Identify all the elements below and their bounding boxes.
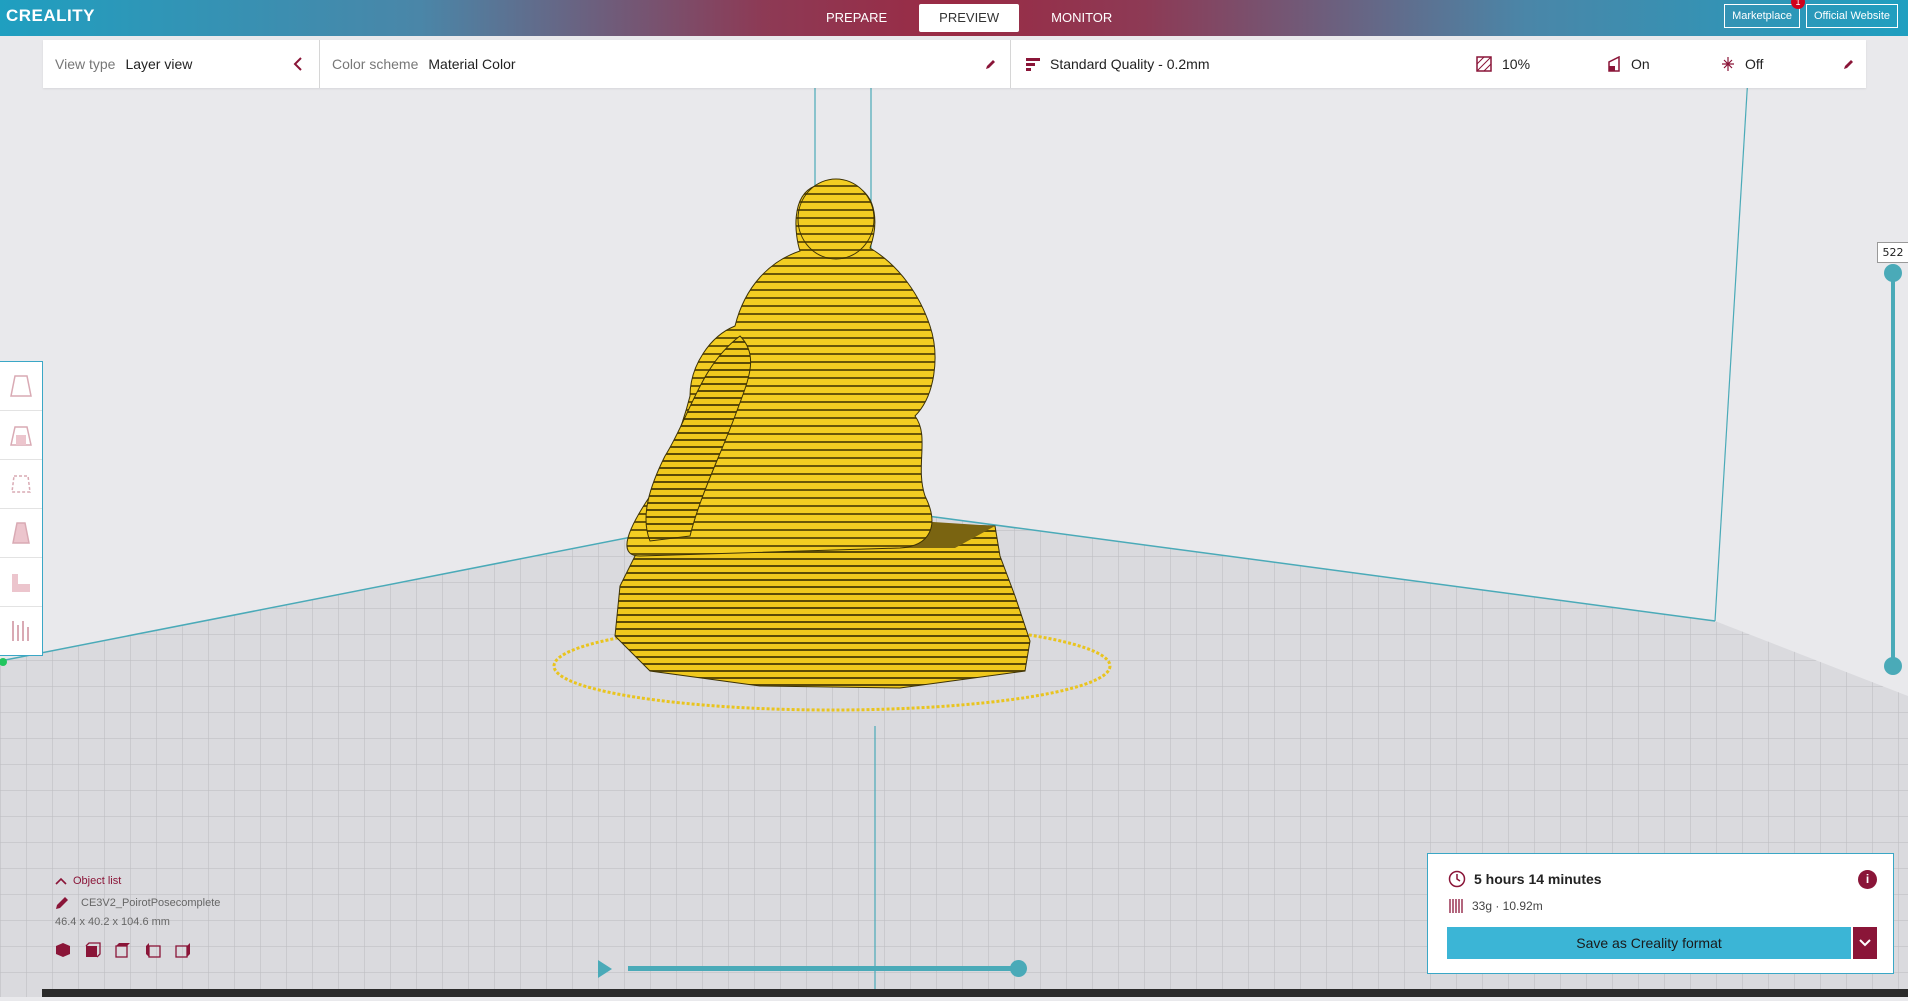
- collapse-view-type[interactable]: [293, 40, 303, 88]
- print-profile-selector[interactable]: Standard Quality - 0.2mm: [1026, 40, 1210, 88]
- print-profile-value: Standard Quality - 0.2mm: [1050, 56, 1210, 72]
- quality-icon: [1026, 58, 1040, 71]
- object-dimensions: 46.4 x 40.2 x 104.6 mm: [55, 916, 170, 928]
- path-slider-handle[interactable]: [1010, 960, 1027, 977]
- per-model-settings-icon: [12, 574, 30, 592]
- move-tool-button[interactable]: [0, 362, 42, 411]
- edit-print-settings-button[interactable]: [1843, 40, 1855, 88]
- object-list-panel: Object list CE3V2_PoirotPosecomplete 46.…: [55, 872, 220, 958]
- save-options-dropdown[interactable]: [1853, 927, 1877, 959]
- play-icon[interactable]: [598, 960, 612, 978]
- infill-value: 10%: [1502, 56, 1531, 72]
- rotate-icon: [11, 475, 31, 493]
- support-value: On: [1631, 56, 1650, 72]
- scale-tool-button[interactable]: [0, 411, 42, 460]
- save-button[interactable]: Save as Creality format: [1447, 927, 1851, 959]
- infill-icon: [1476, 56, 1492, 72]
- material-row: 33g · 10.92m: [1448, 898, 1543, 914]
- camera-view-buttons: [55, 942, 220, 958]
- tab-prepare[interactable]: PREPARE: [806, 4, 907, 32]
- view-type-label: View type: [55, 56, 116, 72]
- material-usage: 33g · 10.92m: [1472, 899, 1543, 913]
- adhesion-value: Off: [1745, 56, 1764, 72]
- per-model-settings-button[interactable]: [0, 558, 42, 607]
- path-slider-track[interactable]: [628, 966, 1022, 971]
- stage-menu: PREPARE PREVIEW MONITOR: [800, 0, 1138, 36]
- layer-slider-lower-handle[interactable]: [1884, 657, 1902, 675]
- infill-setting[interactable]: 10%: [1476, 40, 1530, 88]
- adhesion-setting[interactable]: Off: [1721, 40, 1763, 88]
- official-website-button[interactable]: Official Website: [1805, 4, 1898, 28]
- top-view-icon[interactable]: [115, 942, 131, 958]
- mirror-tool-button[interactable]: [0, 509, 42, 558]
- spool-icon: [1449, 899, 1463, 913]
- layer-number-input[interactable]: 522: [1877, 242, 1908, 263]
- scale-icon: [10, 426, 32, 446]
- marketplace-label: Marketplace: [1732, 10, 1792, 22]
- view-type-selector[interactable]: View type Layer view: [55, 40, 192, 88]
- tab-monitor[interactable]: MONITOR: [1031, 4, 1132, 32]
- edit-color-scheme-button[interactable]: [985, 40, 997, 88]
- object-name: CE3V2_PoirotPosecomplete: [81, 897, 221, 909]
- color-scheme-value: Material Color: [428, 56, 516, 72]
- layer-slider-upper-handle[interactable]: [1884, 264, 1902, 282]
- taskbar-strip: [42, 989, 1908, 997]
- print-time: 5 hours 14 minutes: [1474, 871, 1602, 887]
- pencil-icon: [1844, 60, 1853, 69]
- sliced-model: [552, 178, 1112, 712]
- mirror-icon: [12, 522, 30, 544]
- chevron-up-icon: [55, 877, 67, 885]
- support-blocker-icon: [12, 621, 29, 641]
- layer-slider-track[interactable]: [1891, 273, 1895, 666]
- front-view-icon[interactable]: [85, 942, 101, 958]
- support-icon: [1608, 56, 1620, 72]
- print-info-panel: 5 hours 14 minutes 33g · 10.92m i Save a…: [1427, 853, 1894, 974]
- left-toolbar: [0, 361, 43, 656]
- object-list-toggle[interactable]: Object list: [55, 872, 220, 890]
- tab-preview[interactable]: PREVIEW: [919, 4, 1020, 32]
- marketplace-button[interactable]: Marketplace 1: [1724, 0, 1805, 28]
- chevron-left-icon: [293, 57, 302, 71]
- clock-icon: [1448, 870, 1466, 888]
- support-setting[interactable]: On: [1607, 40, 1650, 88]
- top-bar: CREALITY PREPARE PREVIEW MONITOR Marketp…: [0, 0, 1908, 36]
- chevron-down-icon: [1859, 939, 1871, 947]
- right-view-icon[interactable]: [175, 942, 191, 958]
- pencil-icon: [986, 60, 995, 69]
- info-icon[interactable]: i: [1858, 870, 1877, 889]
- marketplace-badge: 1: [1790, 0, 1805, 9]
- object-list-item[interactable]: CE3V2_PoirotPosecomplete: [55, 894, 220, 912]
- view-type-value: Layer view: [125, 56, 193, 72]
- adhesion-icon: [1722, 57, 1734, 71]
- 3d-view-icon[interactable]: [55, 942, 71, 958]
- settings-header: View type Layer view Color scheme Materi…: [43, 40, 1866, 88]
- rotate-tool-button[interactable]: [0, 460, 42, 509]
- color-scheme-selector[interactable]: Color scheme Material Color: [332, 40, 516, 88]
- color-scheme-label: Color scheme: [332, 56, 419, 72]
- creality-logo: CREALITY: [6, 6, 95, 25]
- support-blocker-button[interactable]: [0, 607, 42, 655]
- left-view-icon[interactable]: [145, 942, 161, 958]
- object-list-title: Object list: [73, 875, 122, 887]
- move-icon: [10, 375, 32, 397]
- print-time-row: 5 hours 14 minutes: [1448, 870, 1602, 888]
- pencil-icon: [56, 897, 68, 909]
